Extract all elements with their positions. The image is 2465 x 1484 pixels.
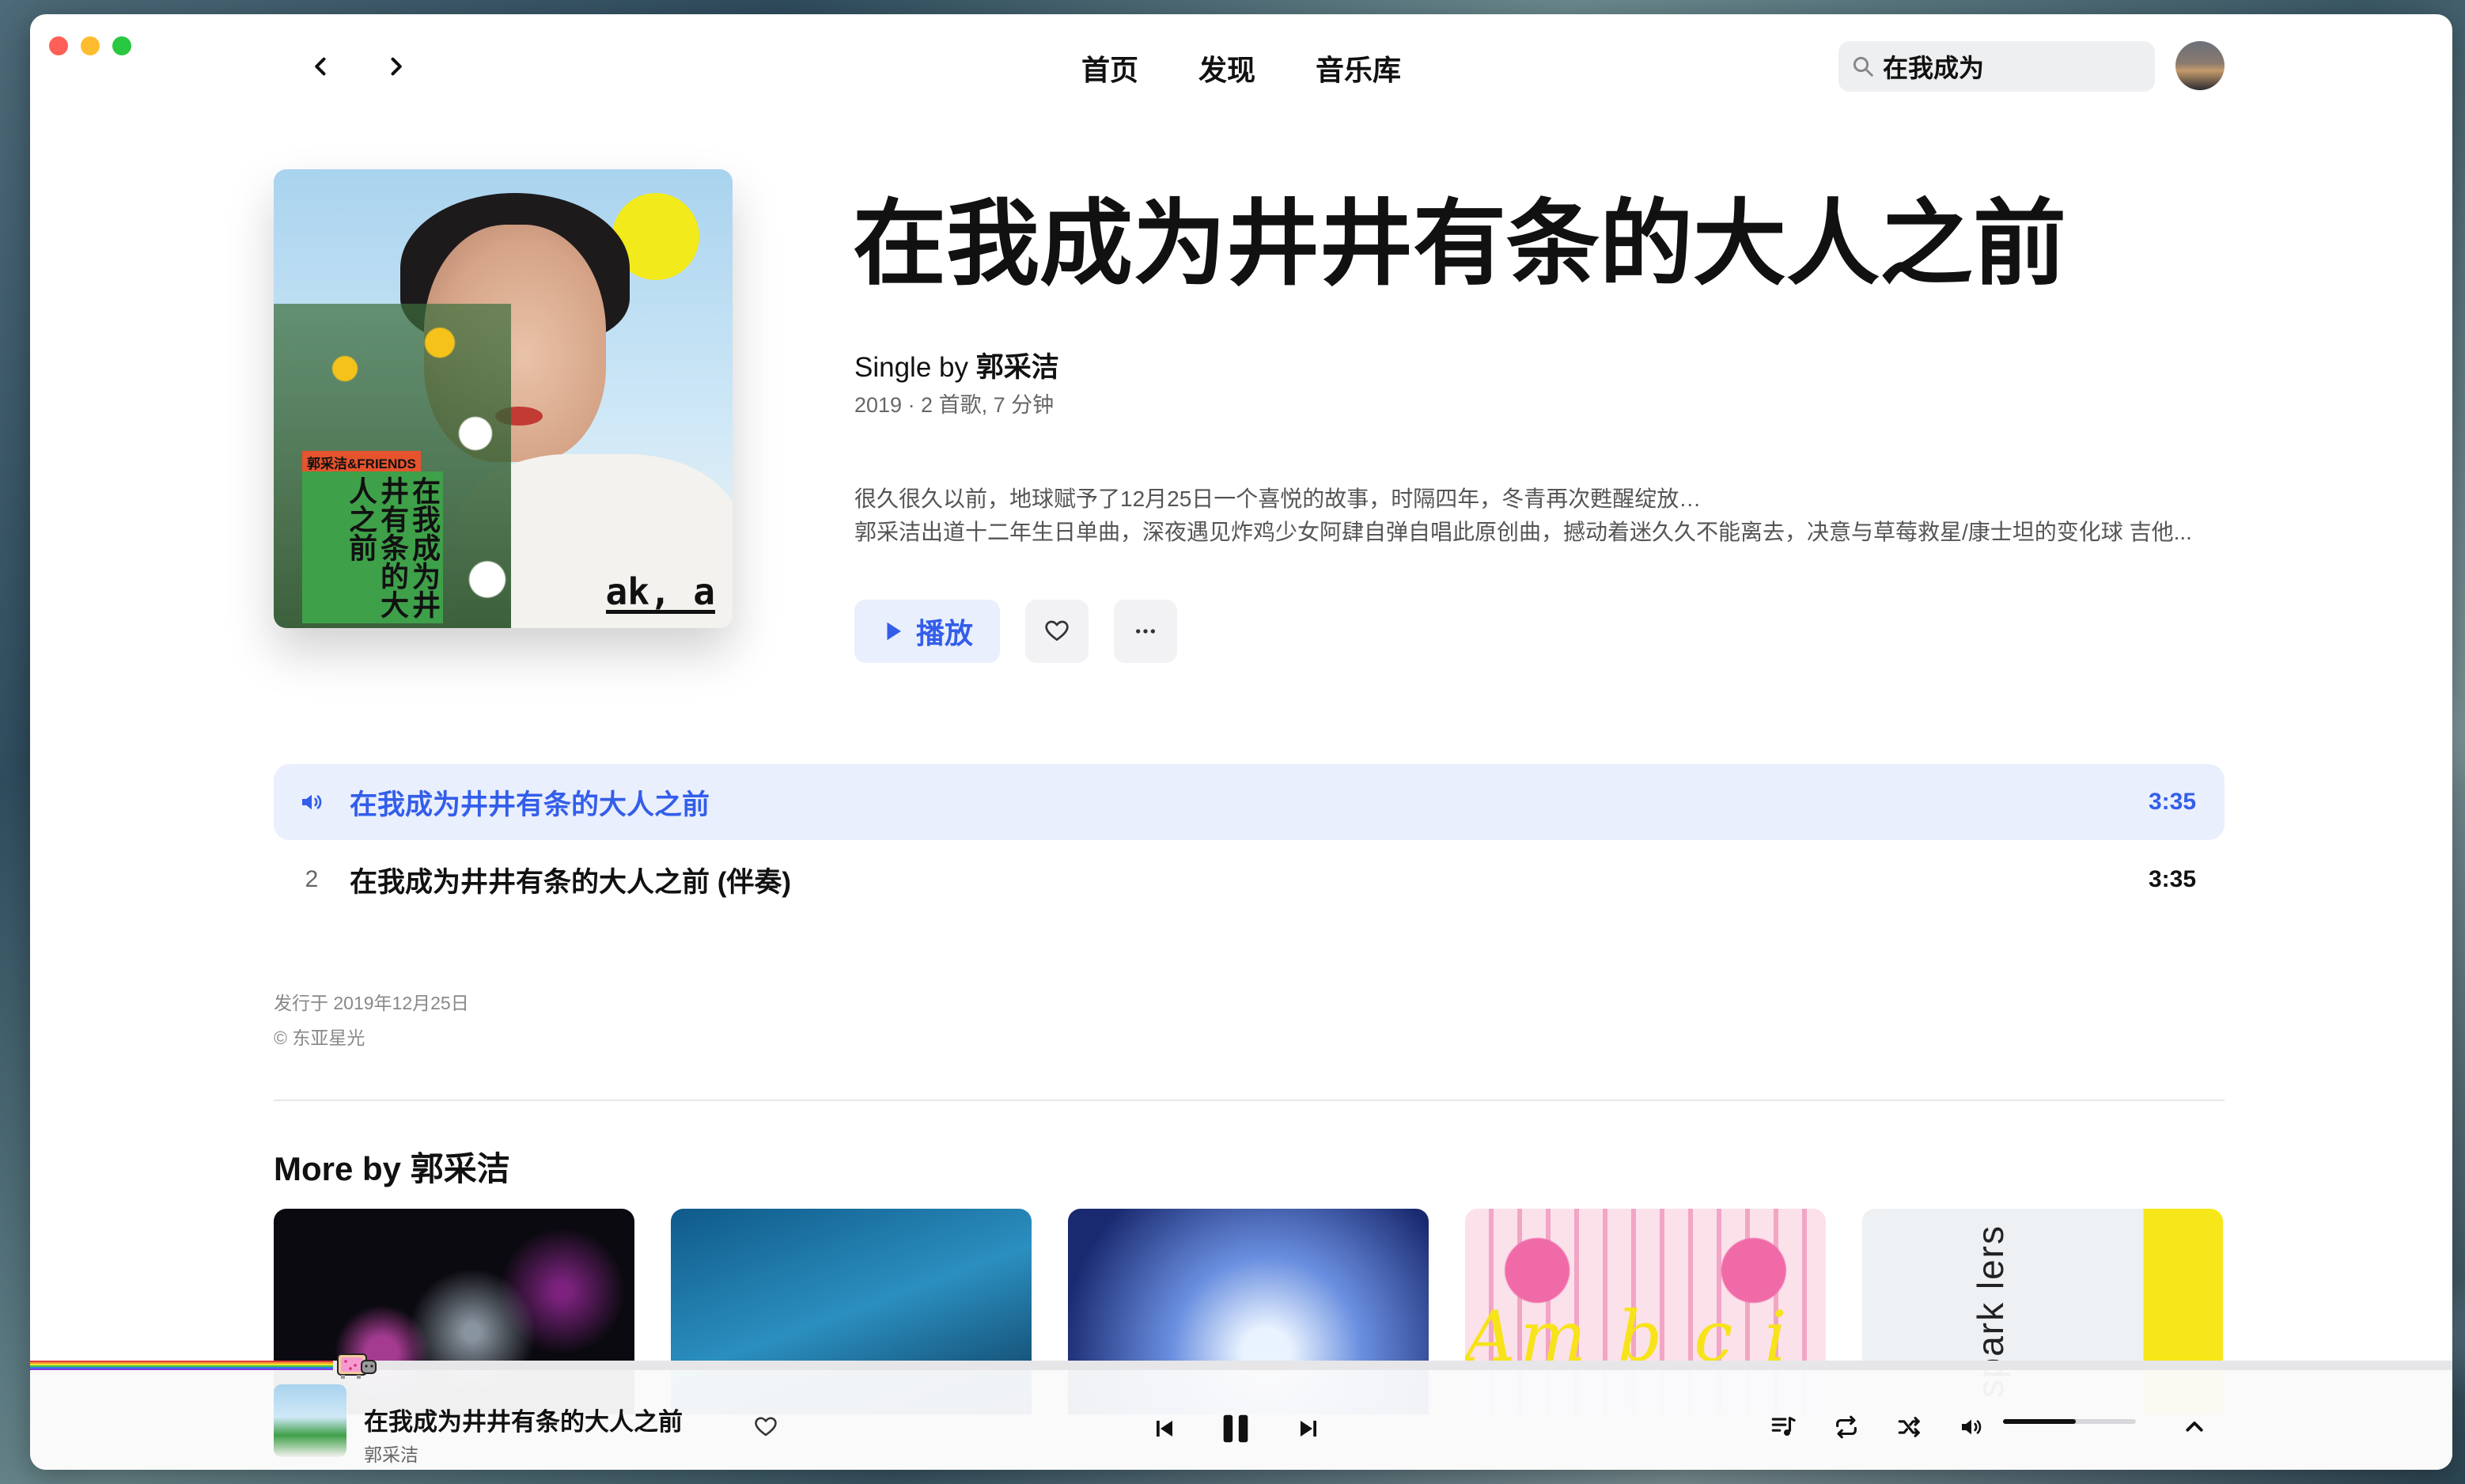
pause-button[interactable] <box>1210 1403 1261 1454</box>
shuffle-button[interactable] <box>1891 1408 1929 1446</box>
play-label: 播放 <box>915 617 973 649</box>
progress-bar[interactable] <box>30 1361 2452 1370</box>
track-row[interactable]: 在我成为井井有条的大人之前 3:35 <box>274 764 2225 840</box>
shuffle-icon <box>1898 1417 1920 1437</box>
search-input[interactable] <box>1881 51 2137 82</box>
pause-icon <box>1223 1414 1248 1443</box>
heart-icon <box>755 1417 777 1437</box>
now-playing-artist[interactable]: 郭采洁 <box>364 1440 418 1467</box>
cover-tag: 郭采洁&FRIENDS <box>302 451 421 474</box>
release-label: © 东亚星光 <box>274 1028 365 1048</box>
now-playing-cover[interactable] <box>274 1384 346 1457</box>
volume-slider[interactable] <box>2003 1419 2136 1424</box>
album-title: 在我成为井井有条的大人之前 <box>853 192 2067 297</box>
ellipsis-icon <box>1136 629 1155 634</box>
repeat-icon <box>1836 1415 1857 1439</box>
track-row[interactable]: 2 在我成为井井有条的大人之前 (伴奏) 3:35 <box>274 842 2225 918</box>
description-line: 郭采洁出道十二年生日单曲，深夜遇见炸鸡少女阿肆自弹自唱此原创曲，撼动着迷久久不能… <box>854 520 2192 544</box>
app-window: 首页 发现 音乐库 郭采洁&FRIENDS 在我成为井井有条的大人之前 ak, … <box>30 14 2452 1470</box>
skip-forward-icon <box>1301 1421 1316 1437</box>
album-meta: 2019 · 2 首歌, 7 分钟 <box>854 393 1055 417</box>
divider <box>274 1100 2225 1101</box>
queue-icon <box>1771 1417 1796 1437</box>
chevron-up-icon <box>2186 1422 2203 1432</box>
album-byline: Single by 郭采洁 <box>854 345 1059 385</box>
release-date: 发行于 2019年12月25日 <box>274 993 469 1013</box>
play-icon <box>887 622 901 641</box>
track-index <box>274 789 350 815</box>
description-line: 很久很久以前，地球赋予了12月25日一个喜悦的故事，时隔四年，冬青再次甦醒绽放… <box>854 486 1702 511</box>
heart-icon <box>1045 620 1069 641</box>
play-button[interactable]: 播放 <box>854 600 1000 663</box>
more-by-heading: More by 郭采洁 <box>274 1150 510 1187</box>
player-like-button[interactable] <box>748 1410 783 1444</box>
artist-link[interactable]: 郭采洁 <box>976 352 1059 383</box>
release-info: 发行于 2019年12月25日 © 东亚星光 <box>274 986 469 1055</box>
nav-home[interactable]: 首页 <box>1081 47 1138 89</box>
previous-track-button[interactable] <box>1145 1410 1183 1448</box>
volume-button[interactable] <box>1952 1408 1990 1446</box>
track-name: 在我成为井井有条的大人之前 <box>350 789 710 820</box>
next-track-button[interactable] <box>1289 1410 1327 1448</box>
progress-handle-icon[interactable] <box>333 1350 379 1381</box>
search-box[interactable] <box>1838 41 2155 92</box>
track-index: 2 <box>305 866 319 892</box>
volume-level <box>2003 1419 2077 1424</box>
avatar[interactable] <box>2175 41 2225 90</box>
more-options-button[interactable] <box>1114 600 1177 663</box>
nav-library[interactable]: 音乐库 <box>1316 47 1401 89</box>
track-duration: 3:35 <box>2148 789 2196 815</box>
repeat-button[interactable] <box>1827 1408 1865 1446</box>
expand-player-button[interactable] <box>2175 1408 2213 1446</box>
queue-button[interactable] <box>1764 1408 1802 1446</box>
skip-back-icon <box>1157 1421 1172 1437</box>
now-playing-title[interactable]: 在我成为井井有条的大人之前 <box>364 1402 683 1437</box>
track-name: 在我成为井井有条的大人之前 (伴奏) <box>350 866 792 898</box>
track-duration: 3:35 <box>2148 866 2196 892</box>
album-cover: 郭采洁&FRIENDS 在我成为井井有条的大人之前 ak, a <box>274 169 733 628</box>
album-type: Single by <box>854 352 968 383</box>
album-description[interactable]: 很久很久以前，地球赋予了12月25日一个喜悦的故事，时隔四年，冬青再次甦醒绽放…… <box>854 483 2231 549</box>
cover-vertical-title: 在我成为井井有条的大人之前 <box>302 471 443 623</box>
nav-discover[interactable]: 发现 <box>1198 47 1255 89</box>
like-button[interactable] <box>1025 600 1089 663</box>
search-icon <box>1853 56 1873 77</box>
progress-fill <box>30 1361 333 1370</box>
speaker-icon <box>302 794 322 810</box>
volume-icon <box>1962 1419 1982 1435</box>
cover-mark: ak, a <box>605 570 715 614</box>
